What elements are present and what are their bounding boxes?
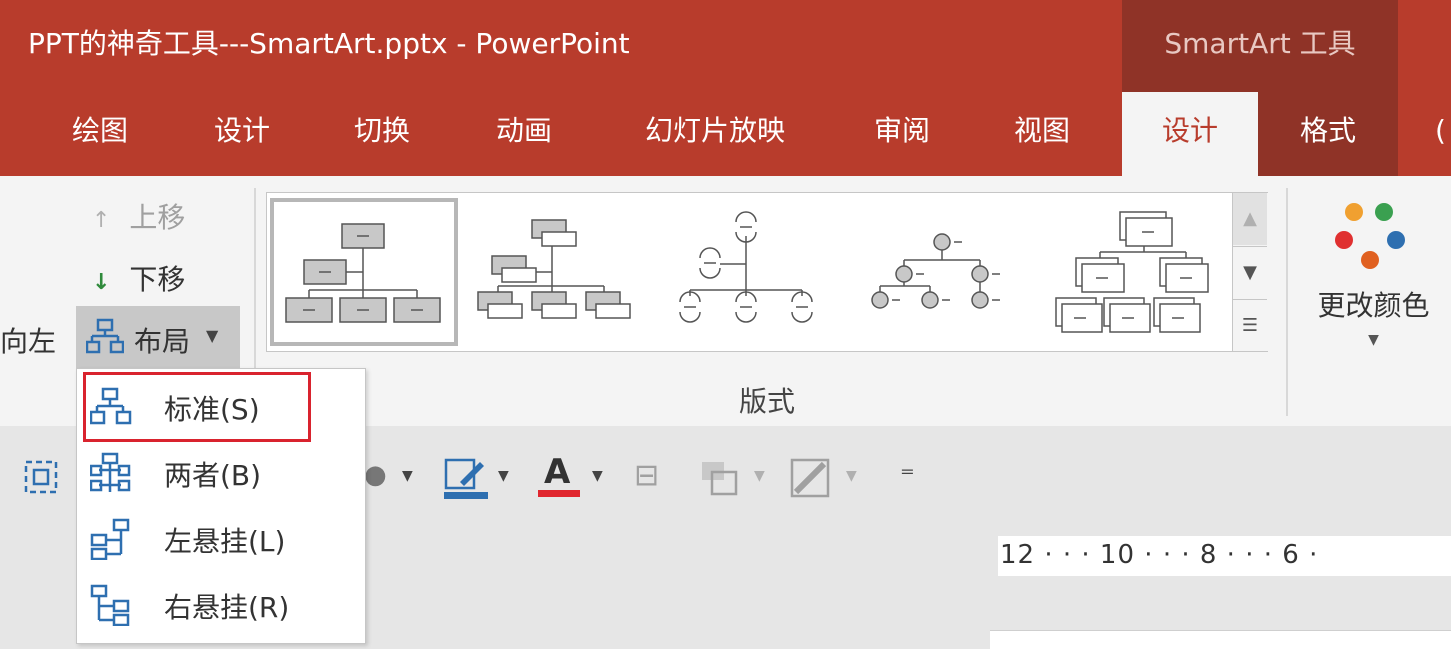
highlight-box <box>83 372 311 442</box>
tab-review[interactable]: 审阅 <box>842 92 962 176</box>
layout-thumbnail-half-circle[interactable] <box>660 198 848 346</box>
layout-menu-item-label: 两者(B) <box>164 459 262 492</box>
arrow-up-icon: ↑ <box>92 208 111 233</box>
chevron-down-icon[interactable]: ▼ <box>754 468 765 484</box>
layout-dropdown-button[interactable]: 布局 ▼ <box>76 306 240 368</box>
slide-canvas-edge <box>990 630 1451 649</box>
toolbar-overflow-icon[interactable]: ⁼ <box>900 460 915 493</box>
tab-slide-show[interactable]: 幻灯片放映 <box>620 92 810 176</box>
layout-menu-item-label: 右悬挂(R) <box>164 591 290 624</box>
change-colors-label: 更改颜色 <box>1317 289 1430 322</box>
layout-menu-item-right-hanging[interactable]: 右悬挂(R) <box>78 572 364 638</box>
org-chart-left-hanging-icon <box>90 518 130 560</box>
tab-draw[interactable]: 绘图 <box>40 92 160 176</box>
layout-button-label: 布局 <box>134 325 191 358</box>
tab-design[interactable]: 设计 <box>182 92 302 176</box>
table-hierarchy-icon <box>1055 211 1209 333</box>
gallery-scroll-down-icon[interactable]: ▼ <box>1233 246 1267 299</box>
move-down-button[interactable]: ↓ 下移 <box>92 258 185 298</box>
tab-transitions[interactable]: 切换 <box>322 92 442 176</box>
org-chart-thumbnail-icon <box>285 223 441 323</box>
align-icon[interactable]: ⊟ <box>634 458 659 493</box>
right-to-left-button-partial[interactable]: 向左 <box>0 320 56 360</box>
bring-forward-icon[interactable] <box>696 456 742 500</box>
layout-menu-item-label: 左悬挂(L) <box>164 525 286 558</box>
circle-hierarchy-icon <box>871 233 1000 309</box>
org-chart-both-icon <box>90 452 131 492</box>
shape-outline-icon[interactable] <box>442 454 490 502</box>
org-chart-layout-icon <box>86 318 124 354</box>
tab-animations[interactable]: 动画 <box>464 92 584 176</box>
group-objects-icon[interactable] <box>788 456 834 500</box>
context-group-label: SmartArt 工具 <box>1164 27 1356 60</box>
change-colors-button[interactable]: 更改颜色 ▼ <box>1296 196 1451 366</box>
layout-thumbnail-circle-picture-hierarchy[interactable] <box>850 198 1038 346</box>
chevron-down-icon: ▼ <box>206 326 219 345</box>
half-circle-org-chart-icon <box>679 211 813 323</box>
chevron-down-icon: ▼ <box>1368 332 1379 348</box>
move-up-label: 上移 <box>129 201 186 234</box>
layout-menu-item-left-hanging[interactable]: 左悬挂(L) <box>78 506 364 572</box>
layout-menu-item-both[interactable]: 两者(B) <box>78 440 364 506</box>
color-palette-icon <box>1335 203 1405 269</box>
group-separator <box>1286 188 1288 416</box>
layout-thumbnail-name-and-title[interactable] <box>468 198 656 346</box>
tab-smartart-design[interactable]: 设计 <box>1122 92 1258 176</box>
ruler-numbers: 12 · · · 10 · · · 8 · · · 6 · <box>1000 540 1319 570</box>
chevron-down-icon[interactable]: ▼ <box>498 468 509 484</box>
tab-overflow-icon[interactable]: ( <box>1430 92 1451 176</box>
layout-thumbnail-table-hierarchy[interactable] <box>1042 198 1230 346</box>
chevron-down-icon[interactable]: ▼ <box>592 468 603 484</box>
org-chart-right-hanging-icon <box>90 584 130 626</box>
move-up-button[interactable]: ↑ 上移 <box>92 196 185 236</box>
gallery-scroll-up-icon[interactable]: ▲ <box>1233 193 1267 245</box>
font-color-icon[interactable]: A <box>538 452 582 500</box>
select-pane-icon[interactable] <box>18 454 64 500</box>
window-title: PPT的神奇工具---SmartArt.pptx - PowerPoint <box>28 27 630 60</box>
layouts-group-label: 版式 <box>738 385 795 418</box>
chevron-down-icon[interactable]: ▼ <box>846 468 857 484</box>
move-down-label: 下移 <box>129 263 186 296</box>
tab-view[interactable]: 视图 <box>982 92 1102 176</box>
gallery-more-icon[interactable]: ☰ <box>1233 299 1267 352</box>
shape-fill-icon[interactable]: ● <box>364 460 387 490</box>
arrow-down-icon: ↓ <box>92 270 111 295</box>
chevron-down-icon[interactable]: ▼ <box>402 468 413 484</box>
name-title-org-chart-icon <box>477 219 631 319</box>
tab-smartart-format[interactable]: 格式 <box>1258 92 1398 176</box>
layout-thumbnail-org-chart[interactable] <box>270 198 458 346</box>
